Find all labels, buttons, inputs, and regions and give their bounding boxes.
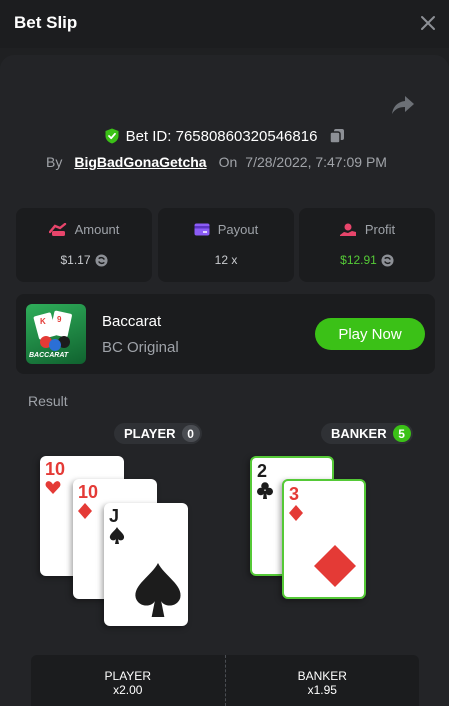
baccarat-thumbnail[interactable]: K 9 BACCARAT bbox=[26, 304, 86, 364]
share-icon[interactable] bbox=[391, 95, 415, 115]
hearts-icon bbox=[45, 481, 61, 494]
player-score: 0 bbox=[181, 425, 200, 442]
profit-box: Profit $12.91 bbox=[299, 208, 435, 282]
player-bet-column: PLAYER x2.00 bbox=[31, 655, 225, 706]
player-card-3: J bbox=[104, 503, 188, 626]
banker-card-2: 3 bbox=[282, 479, 366, 599]
card-rank: 10 bbox=[45, 459, 66, 479]
banker-bet-odds: x1.95 bbox=[307, 683, 337, 697]
card-rank: 10 bbox=[78, 482, 99, 502]
diamonds-icon bbox=[289, 505, 303, 521]
player-bet-label: PLAYER bbox=[104, 669, 151, 683]
banker-bet-column: BANKER x1.95 bbox=[226, 655, 420, 706]
baccarat-thumb-text: BACCARAT bbox=[29, 352, 69, 359]
coin-icon bbox=[94, 253, 108, 267]
clubs-icon bbox=[257, 482, 273, 499]
svg-text:9: 9 bbox=[57, 315, 62, 324]
payout-label: Payout bbox=[217, 222, 259, 237]
banker-bet-label: BANKER bbox=[297, 669, 347, 683]
banker-label: BANKER bbox=[331, 426, 387, 441]
coin-icon bbox=[381, 253, 394, 267]
player-score-pill: PLAYER 0 bbox=[114, 423, 202, 444]
bet-id: Bet ID: 76580860320546816 bbox=[125, 127, 318, 145]
card-rank: 2 bbox=[257, 461, 268, 481]
payout-box: Payout 12 x bbox=[158, 208, 294, 282]
header: Bet Slip bbox=[0, 0, 449, 48]
copy-icon[interactable] bbox=[329, 128, 345, 144]
payout-icon bbox=[194, 223, 210, 236]
by-label: By bbox=[46, 154, 63, 170]
game-name: Baccarat bbox=[102, 313, 162, 330]
player-bet-odds: x2.00 bbox=[113, 683, 143, 697]
username-link[interactable]: BigBadGonaGetcha bbox=[74, 154, 206, 170]
on-label: On bbox=[218, 154, 238, 170]
play-now-button[interactable]: Play Now bbox=[315, 318, 425, 350]
bet-id-row: Bet ID: 76580860320546816 bbox=[0, 125, 449, 147]
diamonds-large-icon bbox=[314, 545, 356, 587]
game-subtitle: BC Original bbox=[102, 339, 179, 356]
bet-date: 7/28/2022, 7:47:09 PM bbox=[245, 154, 387, 170]
spades-large-icon bbox=[135, 563, 181, 617]
game-card: K 9 BACCARAT Baccarat BC Original Play N… bbox=[16, 294, 435, 374]
close-icon[interactable] bbox=[417, 12, 439, 34]
result-label: Result bbox=[28, 393, 68, 409]
profit-value: $12.91 bbox=[340, 253, 377, 267]
spades-icon bbox=[109, 527, 125, 544]
verified-shield-icon bbox=[105, 128, 119, 144]
banker-score-pill: BANKER 5 bbox=[321, 423, 413, 444]
diamonds-icon bbox=[78, 503, 92, 519]
card-rank: J bbox=[109, 506, 120, 526]
amount-label: Amount bbox=[74, 222, 120, 237]
payout-value: 12 x bbox=[214, 253, 238, 267]
banker-score: 5 bbox=[392, 425, 411, 442]
bet-author-row: By BigBadGonaGetcha On 7/28/2022, 7:47:0… bbox=[46, 151, 387, 173]
bet-odds-table: PLAYER x2.00 BANKER x1.95 bbox=[31, 655, 419, 706]
profit-label: Profit bbox=[364, 222, 396, 237]
profit-icon bbox=[339, 223, 356, 236]
amount-value: $1.17 bbox=[60, 253, 91, 267]
svg-text:K: K bbox=[40, 317, 46, 326]
player-label: PLAYER bbox=[124, 426, 176, 441]
card-rank: 3 bbox=[289, 484, 300, 504]
amount-icon bbox=[48, 222, 66, 236]
amount-box: Amount $1.17 bbox=[16, 208, 152, 282]
header-title: Bet Slip bbox=[14, 13, 78, 32]
